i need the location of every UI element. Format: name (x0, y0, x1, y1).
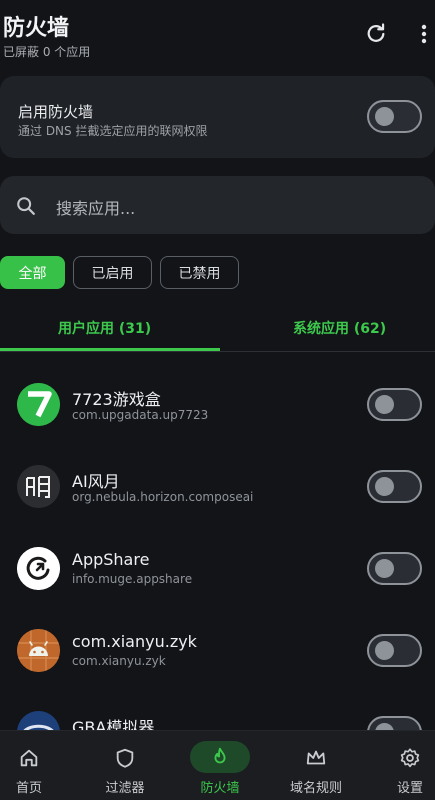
more-options-button[interactable] (414, 20, 434, 48)
ai-fengyue-logo-icon (17, 465, 60, 508)
firewall-enable-toggle[interactable] (367, 100, 422, 133)
firewall-enable-card: 启用防火墙 通过 DNS 拦截选定应用的联网权限 (0, 76, 435, 158)
search-icon (17, 197, 35, 215)
app-firewall-toggle[interactable] (367, 470, 422, 503)
app-name: com.xianyu.zyk (72, 632, 197, 651)
shield-icon (116, 748, 134, 768)
flame-icon (214, 747, 226, 764)
nav-label: 设置 (396, 781, 423, 796)
nav-filters[interactable]: 过滤器 (92, 731, 158, 800)
nav-label: 首页 (15, 781, 42, 796)
nav-label: 防火墙 (200, 781, 240, 796)
nav-label: 过滤器 (105, 781, 145, 796)
list-item[interactable]: 7723游戏盒 com.upgadata.up7723 (0, 363, 435, 445)
app-name: 7723游戏盒 (72, 390, 161, 409)
app-firewall-toggle[interactable] (367, 634, 422, 667)
appshare-logo-icon (17, 547, 60, 590)
nav-label: 域名规则 (289, 781, 342, 796)
toggle-knob (375, 107, 394, 126)
app-firewall-toggle[interactable] (367, 388, 422, 421)
app-firewall-toggle[interactable] (367, 552, 422, 585)
blocked-count: 已屏蔽 0 个应用 (3, 45, 91, 59)
app-package: info.muge.appshare (72, 572, 193, 586)
filter-chip-disabled[interactable]: 已禁用 (160, 256, 239, 289)
toggle-knob (375, 477, 394, 496)
app-package: com.upgadata.up7723 (72, 408, 209, 422)
search-placeholder: 搜索应用... (56, 199, 136, 218)
refresh-icon (367, 23, 385, 42)
gear-icon (400, 748, 420, 768)
firewall-enable-label: 启用防火墙 (18, 103, 94, 121)
toggle-knob (375, 559, 394, 578)
top-bar: 防火墙 已屏蔽 0 个应用 (0, 0, 435, 68)
list-item[interactable]: com.xianyu.zyk com.xianyu.zyk (0, 609, 435, 691)
app-type-tabs: 用户应用 (31) 系统应用 (62) (0, 310, 435, 352)
search-field[interactable]: 搜索应用... (0, 176, 435, 234)
filter-chip-enabled[interactable]: 已启用 (73, 256, 152, 289)
list-item[interactable]: AppShare info.muge.appshare (0, 527, 435, 609)
filter-chip-all[interactable]: 全部 (0, 256, 65, 289)
nav-home[interactable]: 首页 (0, 731, 58, 800)
android-robot-icon (17, 629, 60, 672)
more-vertical-icon (421, 24, 427, 44)
bottom-navigation: 首页 过滤器 防火墙 域名规则 设置 (0, 730, 435, 800)
nav-firewall[interactable]: 防火墙 (189, 731, 251, 800)
home-icon (20, 749, 38, 767)
crown-icon (306, 750, 326, 765)
refresh-button[interactable] (360, 20, 392, 48)
firewall-enable-description: 通过 DNS 拦截选定应用的联网权限 (18, 124, 208, 138)
tab-indicator (0, 348, 220, 351)
page-title: 防火墙 (3, 16, 70, 41)
tab-system-apps[interactable]: 系统应用 (62) (293, 318, 386, 338)
app-name: AI风月 (72, 472, 120, 491)
tab-user-apps[interactable]: 用户应用 (31) (58, 318, 151, 338)
toggle-knob (375, 641, 394, 660)
app-package: com.xianyu.zyk (72, 654, 166, 668)
app-package: org.nebula.horizon.composeai (72, 490, 254, 504)
toggle-knob (375, 395, 394, 414)
app-name: AppShare (72, 550, 150, 569)
nav-domain-rules[interactable]: 域名规则 (280, 731, 352, 800)
7723-logo-icon (17, 383, 60, 426)
list-item[interactable]: AI风月 org.nebula.horizon.composeai (0, 445, 435, 527)
nav-settings[interactable]: 设置 (385, 731, 435, 800)
